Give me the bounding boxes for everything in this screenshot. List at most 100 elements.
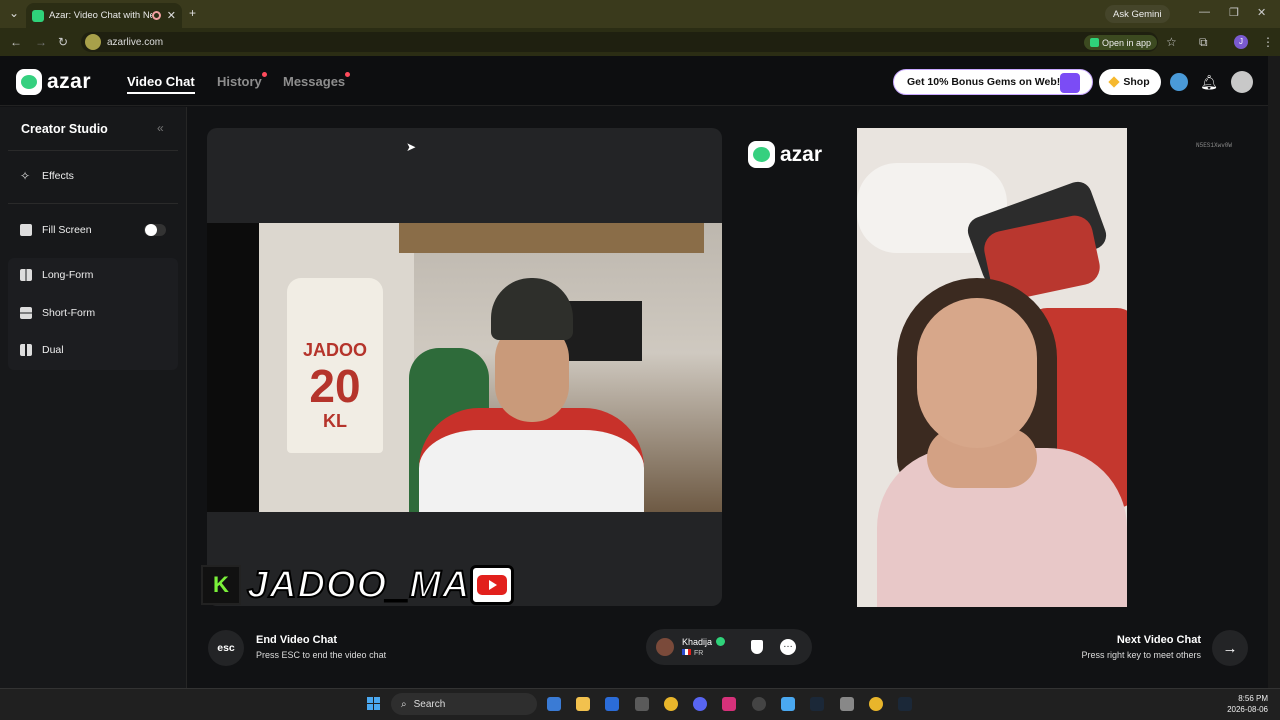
new-tab-button[interactable]: + [189, 6, 196, 20]
tab-list-icon[interactable]: ⌄ [9, 6, 19, 20]
open-in-app-label: Open in app [1102, 37, 1152, 48]
streamer-image [409, 278, 644, 512]
bell-icon[interactable]: 🔔︎ [1200, 73, 1218, 91]
next-chat-hint: Press right key to meet others [1081, 650, 1201, 660]
nav-video-chat[interactable]: Video Chat [127, 74, 195, 89]
peer-country-code: FR [694, 650, 704, 657]
end-chat-button[interactable]: esc [208, 630, 244, 666]
youtube-logo-icon [470, 565, 515, 605]
jersey-number-text: 20 [309, 360, 361, 412]
collapse-sidebar-icon[interactable]: « [157, 121, 164, 135]
gem-balance-icon[interactable] [1170, 73, 1188, 91]
address-bar[interactable]: azarlive.com [81, 32, 1158, 52]
gem-icon [1108, 76, 1121, 88]
dual-icon [20, 344, 32, 356]
app-icon [1090, 38, 1099, 47]
fill-screen-toggle[interactable] [144, 224, 166, 236]
taskbar-clock[interactable]: 8:56 PM 2026-08-06 [1222, 693, 1268, 715]
chrome-active-icon[interactable] [869, 697, 883, 711]
bonus-gems-button[interactable]: Get 10% Bonus Gems on Web! [893, 69, 1093, 95]
chrome-icon[interactable] [664, 697, 678, 711]
forward-icon[interactable]: → [35, 35, 47, 49]
browser-menu-icon[interactable]: ⋮ [1262, 35, 1274, 49]
report-shield-icon[interactable] [751, 640, 763, 654]
instagram-icon[interactable] [722, 697, 736, 711]
magic-wand-icon: ✧ [20, 169, 31, 183]
local-video-feed: JADOO 20 KL [207, 223, 722, 512]
fill-screen-icon [20, 224, 32, 236]
divider [8, 203, 178, 204]
open-in-app-button[interactable]: Open in app [1084, 35, 1158, 50]
mouse-cursor-icon: ➤ [406, 140, 417, 154]
peer-avatar[interactable] [656, 638, 674, 656]
sidebar-item-label: Fill Screen [42, 224, 92, 236]
extensions-icon[interactable]: ⧉ [1199, 35, 1208, 50]
steam-icon[interactable] [898, 697, 912, 711]
back-icon[interactable]: ← [10, 35, 22, 49]
ask-gemini-button[interactable]: Ask Gemini [1105, 5, 1170, 23]
site-info-icon[interactable] [85, 34, 101, 50]
azar-logo-icon [16, 69, 42, 95]
azar-logo[interactable]: azar [16, 69, 91, 95]
messages-badge [345, 72, 350, 77]
sidebar-item-effects[interactable]: ✧ Effects [20, 170, 74, 182]
browser-tab[interactable]: Azar: Video Chat with New ✕ [26, 3, 182, 28]
history-badge [262, 72, 267, 77]
streamer-name: JADOO_MA [246, 563, 471, 607]
active-nav-underline [127, 92, 195, 94]
discord-icon[interactable] [693, 697, 707, 711]
sidebar-item-label: Short-Form [42, 307, 96, 319]
next-chat-button[interactable]: → [1212, 630, 1248, 666]
sidebar-title: Creator Studio [21, 122, 108, 136]
peer-info-pill: Khadija FR … [646, 629, 812, 665]
verified-icon [716, 637, 725, 646]
sidebar-item-fill-screen[interactable]: Fill Screen [20, 224, 92, 236]
azar-logo-icon [748, 141, 775, 168]
peer-name: Khadija [682, 637, 713, 647]
tab-close-icon[interactable]: ✕ [167, 9, 176, 22]
user-avatar-icon[interactable] [1231, 71, 1253, 93]
taskbar-search[interactable]: ⌕ Search [391, 693, 537, 715]
sidebar-item-dual[interactable]: Dual [20, 344, 64, 356]
window-close-icon[interactable]: ✕ [1257, 6, 1266, 19]
profile-avatar[interactable]: J [1234, 35, 1248, 49]
tab-title: Azar: Video Chat with New [49, 10, 152, 21]
obs-icon[interactable] [752, 697, 766, 711]
shop-label: Shop [1123, 76, 1150, 88]
ask-gemini-label: Ask Gemini [1113, 8, 1162, 20]
file-explorer-icon[interactable] [576, 697, 590, 711]
minimize-icon[interactable]: — [1199, 6, 1210, 18]
short-form-icon [20, 307, 32, 319]
gift-icon [1060, 73, 1080, 93]
nav-history[interactable]: History [217, 74, 262, 89]
windows-start-icon[interactable] [367, 697, 381, 711]
search-label: Search [413, 698, 446, 710]
restore-icon[interactable]: ❐ [1229, 6, 1239, 19]
end-chat-title: End Video Chat [256, 634, 338, 646]
sidebar-item-label: Effects [42, 170, 74, 182]
jersey-image: JADOO 20 KL [287, 278, 383, 453]
recording-icon [151, 11, 161, 20]
store-icon[interactable] [635, 697, 649, 711]
reload-icon[interactable]: ↻ [58, 35, 68, 49]
end-chat-hint: Press ESC to end the video chat [256, 650, 387, 660]
shop-button[interactable]: Shop [1099, 69, 1161, 95]
steam-icon[interactable] [810, 697, 824, 711]
sidebar-item-long-form[interactable]: Long-Form [20, 269, 93, 281]
page-scrollbar[interactable] [1268, 56, 1280, 688]
app-icon[interactable] [781, 697, 795, 711]
next-chat-title: Next Video Chat [1116, 634, 1201, 646]
bookmark-star-icon[interactable]: ☆ [1166, 35, 1177, 49]
remote-video-feed [857, 128, 1127, 607]
divider [8, 150, 178, 151]
azar-favicon-icon [32, 9, 44, 22]
app-icon[interactable] [840, 697, 854, 711]
sidebar-item-short-form[interactable]: Short-Form [20, 307, 95, 319]
nav-messages[interactable]: Messages [283, 74, 345, 89]
bonus-gems-label: Get 10% Bonus Gems on Web! [907, 76, 1061, 88]
clock-time: 8:56 PM [1238, 694, 1268, 703]
remote-logo-text: azar [780, 142, 823, 166]
chat-bubble-icon[interactable]: … [780, 639, 796, 655]
widgets-icon[interactable] [547, 697, 561, 711]
outlook-icon[interactable] [605, 697, 619, 711]
